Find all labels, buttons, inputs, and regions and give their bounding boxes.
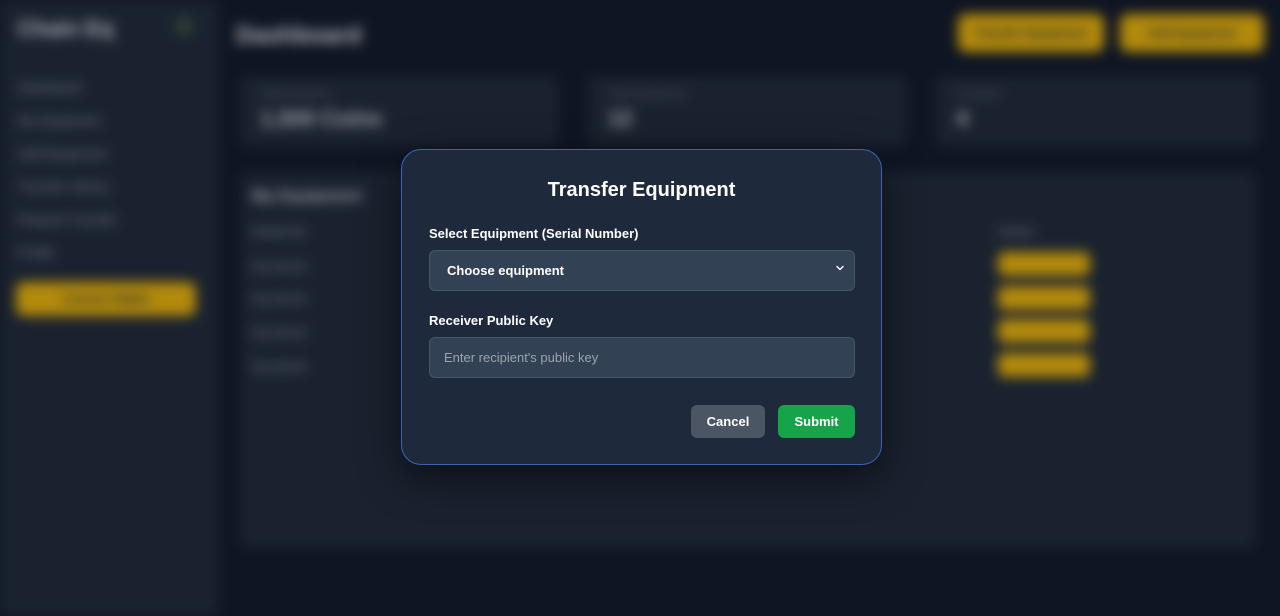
modal-title: Transfer Equipment xyxy=(547,179,736,201)
equipment-select-label: Select Equipment (Serial Number) xyxy=(429,226,639,241)
cancel-button[interactable]: Cancel xyxy=(691,405,765,438)
equipment-select-value: Choose equipment xyxy=(447,263,565,278)
public-key-label: Receiver Public Key xyxy=(429,313,554,328)
equipment-select[interactable]: Choose equipment xyxy=(429,250,855,291)
public-key-input[interactable] xyxy=(429,337,855,378)
app-root: Chain Eq Dashboard My Equipment Add Equi… xyxy=(0,0,1280,616)
transfer-equipment-modal: Transfer Equipment Select Equipment (Ser… xyxy=(401,149,882,465)
submit-button[interactable]: Submit xyxy=(778,405,855,438)
chevron-down-icon xyxy=(836,265,844,271)
